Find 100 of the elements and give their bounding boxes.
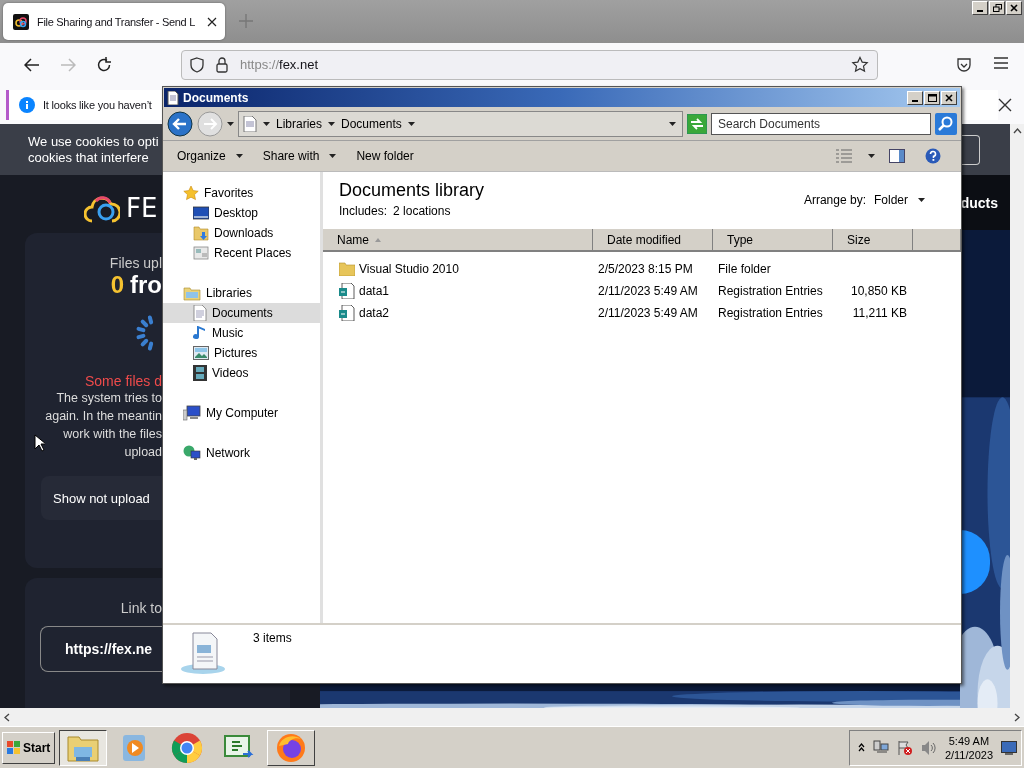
chevron-icon xyxy=(407,122,415,126)
nav-item[interactable]: Downloads xyxy=(163,223,320,243)
library-title: Documents library xyxy=(339,180,485,201)
network-icon[interactable] xyxy=(872,739,889,756)
arrange-dropdown[interactable]: Folder xyxy=(874,193,925,207)
browser-tab[interactable]: File Sharing and Transfer - Send L xyxy=(3,3,225,40)
film-icon xyxy=(193,365,207,381)
file-name-cell[interactable]: data2 xyxy=(323,305,593,321)
speaker-icon[interactable] xyxy=(920,739,937,756)
type-cell-text: Registration Entries xyxy=(717,306,824,320)
item-count: 3 items xyxy=(253,631,292,645)
logo-text: FE xyxy=(126,193,158,223)
pocket-icon[interactable] xyxy=(956,56,972,73)
registry-file-icon xyxy=(339,283,355,299)
nav-item[interactable]: Network xyxy=(163,443,320,463)
nav-item[interactable]: Documents xyxy=(163,303,320,323)
star-icon[interactable] xyxy=(851,55,869,74)
type-cell-text: File folder xyxy=(717,262,772,276)
address-bar[interactable]: https://fex.net xyxy=(181,49,878,80)
arrange-label: Arrange by: xyxy=(803,193,866,207)
tray-expand-icon[interactable] xyxy=(857,743,865,752)
locations-link[interactable]: 2 locations xyxy=(393,204,451,218)
address-box[interactable]: Libraries Documents xyxy=(238,111,683,137)
close-button[interactable] xyxy=(941,90,957,105)
breadcrumb-item[interactable]: Libraries xyxy=(276,117,323,131)
start-button[interactable]: Start xyxy=(2,731,56,764)
scroll-right-icon[interactable] xyxy=(1014,712,1020,722)
message-text: work with the files xyxy=(63,426,162,443)
shield-icon xyxy=(190,56,204,73)
breadcrumb-item[interactable]: Documents xyxy=(341,117,402,131)
lock-icon xyxy=(216,56,228,73)
minimize-button[interactable] xyxy=(972,1,988,15)
help-icon[interactable] xyxy=(925,148,941,164)
scroll-left-icon[interactable] xyxy=(4,712,10,722)
column-header[interactable]: Date modified xyxy=(593,229,713,250)
nav-item[interactable]: Desktop xyxy=(163,203,320,223)
link-label: Link to xyxy=(120,600,162,616)
restore-button[interactable] xyxy=(989,1,1005,15)
history-caret-icon xyxy=(227,122,234,126)
nav-item[interactable]: Libraries xyxy=(163,283,320,303)
cursor-icon xyxy=(34,434,45,452)
minimize-button[interactable] xyxy=(907,90,923,105)
flag-warning-icon[interactable] xyxy=(896,739,913,756)
size-cell-text: 11,211 KB xyxy=(851,306,908,320)
command-button[interactable]: Share with xyxy=(254,146,345,166)
column-header[interactable]: Name xyxy=(323,229,593,250)
nav-item[interactable]: Pictures xyxy=(163,343,320,363)
reload-icon[interactable] xyxy=(96,56,112,73)
close-icon xyxy=(945,93,953,102)
library-icon xyxy=(183,285,201,301)
desktop-icon xyxy=(193,206,209,220)
sort-arrow-icon xyxy=(375,237,381,242)
pictures-icon xyxy=(193,346,209,360)
show-not-uploaded-button[interactable]: Show not upload xyxy=(41,476,162,520)
includes-label: Includes: xyxy=(339,204,388,218)
column-header[interactable]: Type xyxy=(713,229,833,250)
close-button[interactable] xyxy=(1006,1,1022,15)
downloads-icon xyxy=(193,225,209,241)
firefox-icon xyxy=(275,731,308,764)
file-name-cell[interactable]: Visual Studio 2010 xyxy=(323,262,593,276)
recent-places-icon xyxy=(193,245,209,261)
cookie-text: cookies that interfere xyxy=(28,149,150,166)
close-tab-icon[interactable] xyxy=(207,16,217,27)
chevron-icon xyxy=(328,122,336,126)
nav-item[interactable]: Videos xyxy=(163,363,320,383)
registry-file-icon xyxy=(339,305,355,321)
file-name-cell[interactable]: data1 xyxy=(323,283,593,299)
document-icon xyxy=(193,305,207,321)
close-icon[interactable] xyxy=(998,98,1012,112)
network-globe-icon xyxy=(183,445,201,461)
search-icon[interactable] xyxy=(935,113,957,135)
column-header[interactable]: Size xyxy=(833,229,913,250)
size-cell-text: 10,850 KB xyxy=(849,284,908,298)
nav-item[interactable]: My Computer xyxy=(163,403,320,423)
nav-item[interactable]: Music xyxy=(163,323,320,343)
caret-icon xyxy=(235,154,243,158)
refresh-icon[interactable] xyxy=(687,114,707,134)
music-note-icon xyxy=(193,325,207,341)
nav-item[interactable]: Recent Places xyxy=(163,243,320,263)
dropdown-caret-icon xyxy=(669,122,676,126)
upload-label: Files upl xyxy=(109,255,162,271)
folder-icon xyxy=(339,262,355,276)
date-cell-text: 2/11/2023 5:49 AM xyxy=(597,284,699,298)
back-button-icon[interactable] xyxy=(167,111,193,137)
upload-count: 0 fro xyxy=(110,271,162,299)
search-field[interactable]: Search Documents xyxy=(711,113,931,135)
caret-icon xyxy=(918,198,925,202)
command-button[interactable]: Organize xyxy=(169,146,251,166)
menu-icon[interactable] xyxy=(994,56,1008,69)
show-desktop-icon[interactable] xyxy=(1001,740,1017,755)
nav-item[interactable]: Favorites xyxy=(163,183,320,203)
command-button[interactable]: New folder xyxy=(348,146,422,166)
maximize-button[interactable] xyxy=(924,90,940,105)
preview-pane-icon[interactable] xyxy=(889,149,905,163)
info-icon xyxy=(19,97,35,113)
taskbar-app[interactable] xyxy=(59,729,108,766)
scroll-up-icon[interactable] xyxy=(1012,128,1022,134)
error-heading: Some files d xyxy=(84,373,162,389)
back-arrow-icon[interactable] xyxy=(24,57,40,72)
document-icon xyxy=(243,116,257,132)
